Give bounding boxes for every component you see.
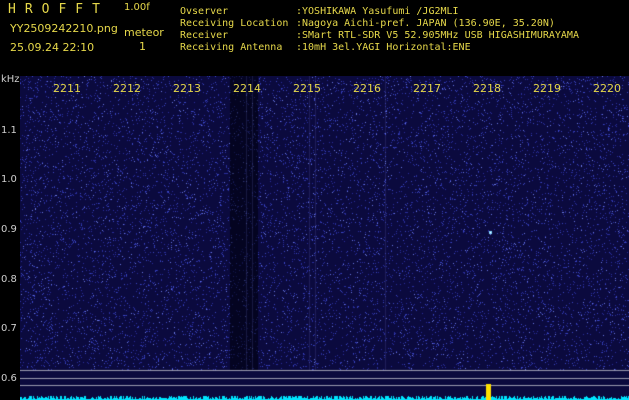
waterfall-canvas	[20, 76, 629, 400]
waterfall-plot	[20, 76, 629, 400]
version-label: 1.00f	[124, 2, 150, 13]
x-tick: 2218	[473, 82, 501, 95]
y-tick: 0.6	[1, 373, 17, 384]
x-tick: 2217	[413, 82, 441, 95]
y-tick: 1.1	[1, 125, 17, 136]
y-tick: 0.9	[1, 224, 17, 235]
x-tick: 2220	[593, 82, 621, 95]
x-tick: 2212	[113, 82, 141, 95]
header-panel: HROFFT 1.00f YY2509242210.png 25.09.24 2…	[0, 0, 629, 76]
x-tick: 2216	[353, 82, 381, 95]
y-tick: 0.7	[1, 323, 17, 334]
info-row-receiver: Receiver:SMart RTL-SDR V5 52.905MHz USB …	[180, 30, 579, 41]
datetime-label: 25.09.24 22:10	[10, 41, 95, 54]
filename-label: YY2509242210.png	[10, 22, 118, 35]
x-tick: 2214	[233, 82, 261, 95]
x-tick: 2219	[533, 82, 561, 95]
y-tick: 1.0	[1, 174, 17, 185]
meteor-count: 1	[139, 40, 146, 53]
x-tick: 2213	[173, 82, 201, 95]
info-row-observer: Ovserver:YOSHIKAWA Yasufumi /JG2MLI	[180, 6, 459, 17]
x-tick: 2211	[53, 82, 81, 95]
x-tick: 2215	[293, 82, 321, 95]
info-row-antenna: Receiving Antenna:10mH 3el.YAGI Horizont…	[180, 42, 471, 53]
info-row-location: Receiving Location:Nagoya Aichi-pref. JA…	[180, 18, 555, 29]
meteor-label: meteor	[124, 26, 164, 39]
y-axis-unit: kHz	[1, 74, 20, 85]
app-title: HROFFT	[8, 2, 109, 17]
y-tick: 0.8	[1, 274, 17, 285]
